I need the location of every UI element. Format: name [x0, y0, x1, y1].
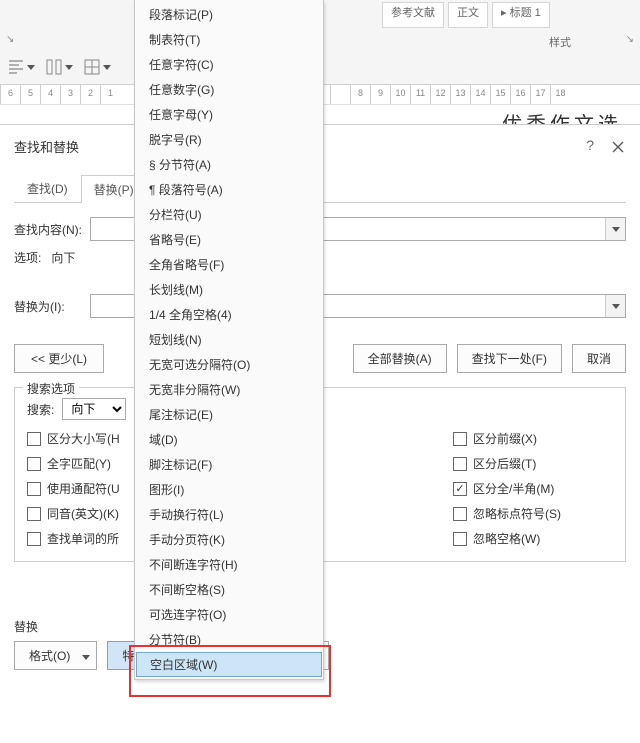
ribbon-icons-row — [4, 54, 114, 80]
menu-item[interactable]: 无宽非分隔符(W) — [135, 377, 323, 402]
ruler-tick: 17 — [530, 85, 550, 104]
menu-item[interactable]: 分节符(B) — [135, 627, 323, 652]
format-button[interactable]: 格式(O) — [14, 641, 97, 670]
menu-item[interactable]: 可选连字符(O) — [135, 602, 323, 627]
ruler-tick: 9 — [370, 85, 390, 104]
checkbox-icon — [453, 507, 467, 521]
help-button[interactable]: ? — [586, 137, 594, 153]
menu-item[interactable]: 不间断空格(S) — [135, 577, 323, 602]
menu-item[interactable]: 手动换行符(L) — [135, 502, 323, 527]
checkbox-label: 区分大小写(H — [47, 430, 120, 447]
replace-all-button[interactable]: 全部替换(A) — [353, 344, 447, 373]
checkbox-label: 区分全/半角(M) — [473, 480, 554, 497]
menu-item[interactable]: 脚注标记(F) — [135, 452, 323, 477]
menu-item[interactable]: 任意字母(Y) — [135, 102, 323, 127]
columns-icon[interactable] — [42, 54, 76, 80]
styles-group-label: 样式 — [520, 34, 600, 50]
options-label: 选项: — [14, 249, 41, 266]
ruler-tick: 6 — [0, 85, 20, 104]
style-pill[interactable]: 参考文献 — [382, 2, 444, 28]
menu-item[interactable]: 尾注标记(E) — [135, 402, 323, 427]
checkbox-label: 同音(英文)(K) — [47, 505, 119, 522]
checkbox-option[interactable]: 忽略标点符号(S) — [453, 505, 613, 522]
chevron-down-icon[interactable] — [605, 295, 625, 317]
replace-with-label: 替换为(I): — [14, 298, 82, 315]
align-icon[interactable] — [4, 54, 38, 80]
checkbox-icon — [453, 532, 467, 546]
checkbox-option[interactable]: 区分全/半角(M) — [453, 480, 613, 497]
ruler-tick: 18 — [550, 85, 570, 104]
checkbox-icon — [27, 432, 41, 446]
ruler-tick: 14 — [470, 85, 490, 104]
menu-item[interactable]: 段落标记(P) — [135, 2, 323, 27]
styles-gallery: 参考文献 正文 ▸ 标题 1 — [380, 0, 640, 30]
style-pill[interactable]: ▸ 标题 1 — [492, 2, 550, 28]
menu-item[interactable]: 制表符(T) — [135, 27, 323, 52]
checkbox-label: 查找单词的所 — [47, 530, 119, 547]
ruler-tick: 5 — [20, 85, 40, 104]
fieldset-legend: 搜索选项 — [23, 380, 79, 397]
menu-item[interactable]: 全角省略号(F) — [135, 252, 323, 277]
cancel-button[interactable]: 取消 — [572, 344, 626, 373]
menu-item[interactable]: 手动分页符(K) — [135, 527, 323, 552]
ruler-tick: 8 — [350, 85, 370, 104]
ruler-tick — [330, 85, 350, 104]
ruler-tick: 1 — [100, 85, 120, 104]
menu-item[interactable]: 不间断连字符(H) — [135, 552, 323, 577]
checkbox-icon — [453, 432, 467, 446]
checkbox-label: 全字匹配(Y) — [47, 455, 111, 472]
checkbox-label: 忽略空格(W) — [473, 530, 540, 547]
menu-item[interactable]: § 分节符(A) — [135, 152, 323, 177]
menu-item[interactable]: 长划线(M) — [135, 277, 323, 302]
search-direction-label: 搜索: — [27, 401, 54, 418]
checkbox-option[interactable]: 忽略空格(W) — [453, 530, 613, 547]
checkbox-icon — [27, 482, 41, 496]
ruler-tick: 12 — [430, 85, 450, 104]
ruler-tick: 3 — [60, 85, 80, 104]
ruler-tick: 2 — [80, 85, 100, 104]
menu-item[interactable]: 1/4 全角空格(4) — [135, 302, 323, 327]
checkbox-icon — [453, 482, 467, 496]
find-what-label: 查找内容(N): — [14, 221, 82, 238]
find-next-button[interactable]: 查找下一处(F) — [457, 344, 562, 373]
menu-item[interactable]: 无宽可选分隔符(O) — [135, 352, 323, 377]
tab-find[interactable]: 查找(D) — [14, 174, 81, 202]
menu-item[interactable]: 任意数字(G) — [135, 77, 323, 102]
table-icon[interactable] — [80, 54, 114, 80]
checkbox-label: 忽略标点符号(S) — [473, 505, 561, 522]
ruler-tick: 13 — [450, 85, 470, 104]
menu-item[interactable]: 任意字符(C) — [135, 52, 323, 77]
menu-item[interactable]: 短划线(N) — [135, 327, 323, 352]
close-icon[interactable] — [606, 135, 630, 159]
checkbox-option[interactable]: 区分前缀(X) — [453, 430, 613, 447]
styles-dialog-launcher-icon[interactable]: ↘ — [626, 34, 640, 49]
chevron-down-icon[interactable] — [605, 218, 625, 240]
search-direction-select[interactable]: 向下 — [62, 398, 126, 420]
style-pill[interactable]: 正文 — [448, 2, 488, 28]
menu-item[interactable]: 省略号(E) — [135, 227, 323, 252]
menu-item[interactable]: 图形(I) — [135, 477, 323, 502]
special-format-menu: 段落标记(P)制表符(T)任意字符(C)任意数字(G)任意字母(Y)脱字号(R)… — [134, 0, 324, 680]
checkbox-icon — [27, 507, 41, 521]
ruler-tick: 15 — [490, 85, 510, 104]
ruler-tick: 10 — [390, 85, 410, 104]
ruler-tick: 4 — [40, 85, 60, 104]
less-button[interactable]: << 更少(L) — [14, 344, 104, 373]
checkbox-label: 区分前缀(X) — [473, 430, 537, 447]
checkbox-icon — [27, 457, 41, 471]
options-value: 向下 — [51, 249, 75, 266]
menu-item[interactable]: 分栏符(U) — [135, 202, 323, 227]
checkbox-label: 区分后缀(T) — [473, 455, 536, 472]
ruler-tick: 11 — [410, 85, 430, 104]
paragraph-dialog-launcher-icon[interactable]: ↘ — [0, 34, 14, 49]
menu-item[interactable]: ¶ 段落符号(A) — [135, 177, 323, 202]
menu-item[interactable]: 域(D) — [135, 427, 323, 452]
checkbox-label: 使用通配符(U — [47, 480, 120, 497]
ruler-tick: 16 — [510, 85, 530, 104]
checkbox-icon — [453, 457, 467, 471]
checkbox-icon — [27, 532, 41, 546]
checkbox-option[interactable]: 区分后缀(T) — [453, 455, 613, 472]
menu-item[interactable]: 脱字号(R) — [135, 127, 323, 152]
menu-item[interactable]: 空白区域(W) — [136, 652, 322, 677]
